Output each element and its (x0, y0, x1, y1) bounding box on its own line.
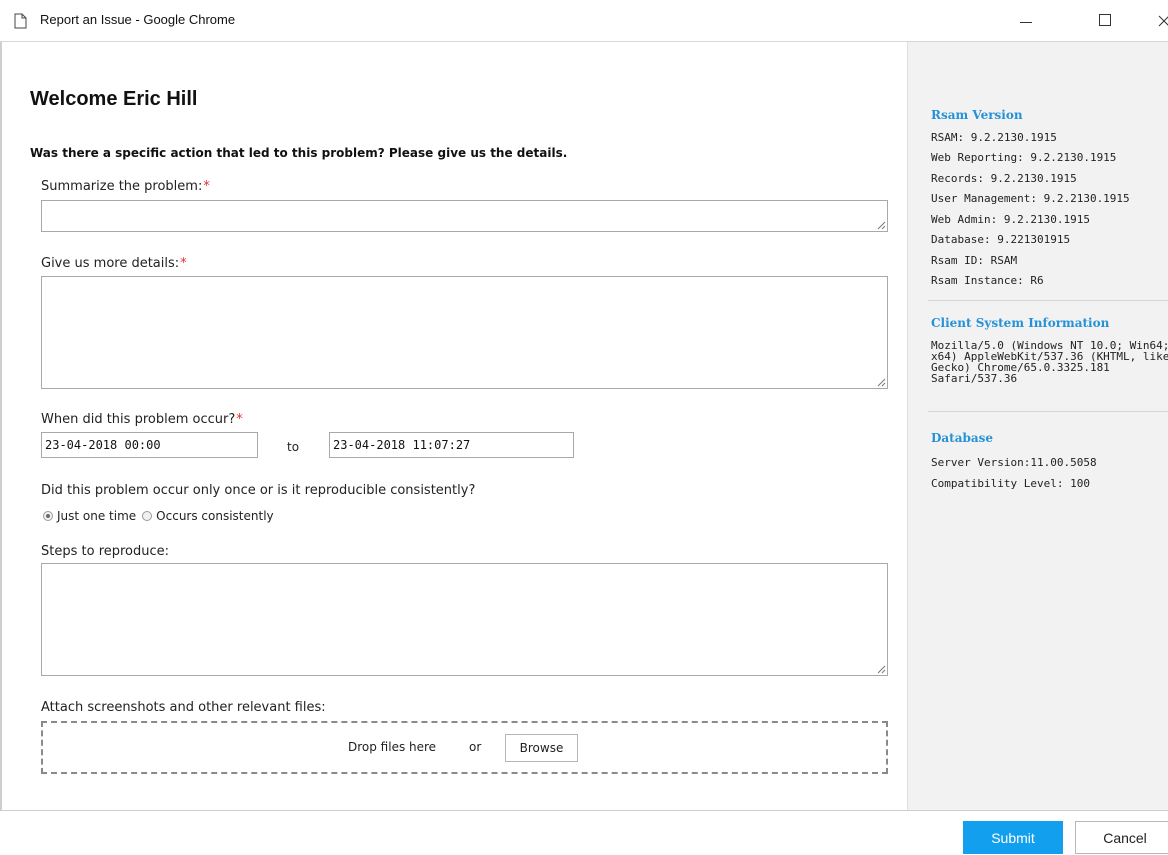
date-to-label: to (287, 440, 300, 454)
details-field[interactable] (41, 276, 888, 389)
summary-field[interactable] (41, 200, 888, 232)
report-issue-window: Report an Issue - Google Chrome Welcome … (0, 0, 1168, 855)
version-line: Rsam ID: RSAM (931, 254, 1018, 267)
window-title: Report an Issue - Google Chrome (40, 12, 236, 27)
when-label: When did this problem occur?* (41, 412, 243, 427)
user-agent-text: Mozilla/5.0 (Windows NT 10.0; Win64; x64… (931, 339, 1168, 385)
version-line: Rsam Instance: R6 (931, 274, 1044, 287)
submit-button[interactable]: Submit (963, 821, 1063, 854)
welcome-heading: Welcome Eric Hill (30, 88, 198, 110)
close-button[interactable] (1140, 0, 1168, 42)
version-line: Records: 9.2.2130.1915 (931, 172, 1077, 185)
title-bar: Report an Issue - Google Chrome (0, 0, 1168, 42)
required-marker: * (236, 412, 243, 427)
drop-files-text: Drop files here (348, 740, 437, 754)
version-line: Web Reporting: 9.2.2130.1915 (931, 151, 1117, 164)
version-line: RSAM: 9.2.2130.1915 (931, 131, 1057, 144)
browse-button[interactable]: Browse (505, 734, 578, 762)
required-marker: * (203, 179, 210, 194)
repro-radio-group: Just one time Occurs consistently (43, 509, 280, 523)
database-heading: Database (931, 431, 994, 445)
required-marker: * (180, 256, 187, 271)
repro-label: Did this problem occur only once or is i… (41, 483, 476, 498)
maximize-button[interactable] (1082, 0, 1128, 42)
version-line: Database: 9.221301915 (931, 233, 1071, 246)
date-to-input[interactable]: 23-04-2018 11:07:27 (329, 432, 574, 458)
close-icon (1158, 15, 1168, 27)
footer-bar: Submit Cancel (0, 810, 1168, 855)
page-icon (14, 13, 27, 29)
rsam-version-heading: Rsam Version (931, 108, 1023, 122)
radio-just-one-time[interactable] (43, 511, 53, 521)
steps-label: Steps to reproduce: (41, 544, 170, 559)
details-label: Give us more details:* (41, 256, 187, 271)
attach-label: Attach screenshots and other relevant fi… (41, 700, 326, 715)
radio-label-occurs-consistently: Occurs consistently (156, 509, 274, 523)
version-line: User Management: 9.2.2130.1915 (931, 192, 1130, 205)
radio-occurs-consistently[interactable] (142, 511, 153, 521)
or-text: or (469, 740, 482, 754)
divider (928, 411, 1168, 412)
resize-grip-icon[interactable] (877, 378, 886, 387)
issue-form: Welcome Eric Hill Was there a specific a… (0, 42, 907, 810)
cancel-button[interactable]: Cancel (1075, 821, 1168, 854)
radio-label-just-one-time: Just one time (57, 509, 137, 523)
divider (928, 300, 1168, 301)
system-info-panel: Rsam Version RSAM: 9.2.2130.1915 Web Rep… (907, 42, 1168, 810)
file-drop-zone[interactable]: Drop files here or Browse (41, 721, 888, 774)
client-info-heading: Client System Information (931, 316, 1110, 330)
steps-field[interactable] (41, 563, 888, 676)
minimize-button[interactable] (1000, 0, 1046, 42)
form-prompt: Was there a specific action that led to … (30, 146, 568, 160)
resize-grip-icon[interactable] (877, 665, 886, 674)
version-line: Web Admin: 9.2.2130.1915 (931, 213, 1090, 226)
resize-grip-icon[interactable] (877, 221, 886, 230)
date-from-input[interactable]: 23-04-2018 00:00 (41, 432, 258, 458)
database-line: Server Version:11.00.5058 (931, 456, 1097, 469)
summary-label: Summarize the problem:* (41, 179, 210, 194)
database-line: Compatibility Level: 100 (931, 477, 1090, 490)
